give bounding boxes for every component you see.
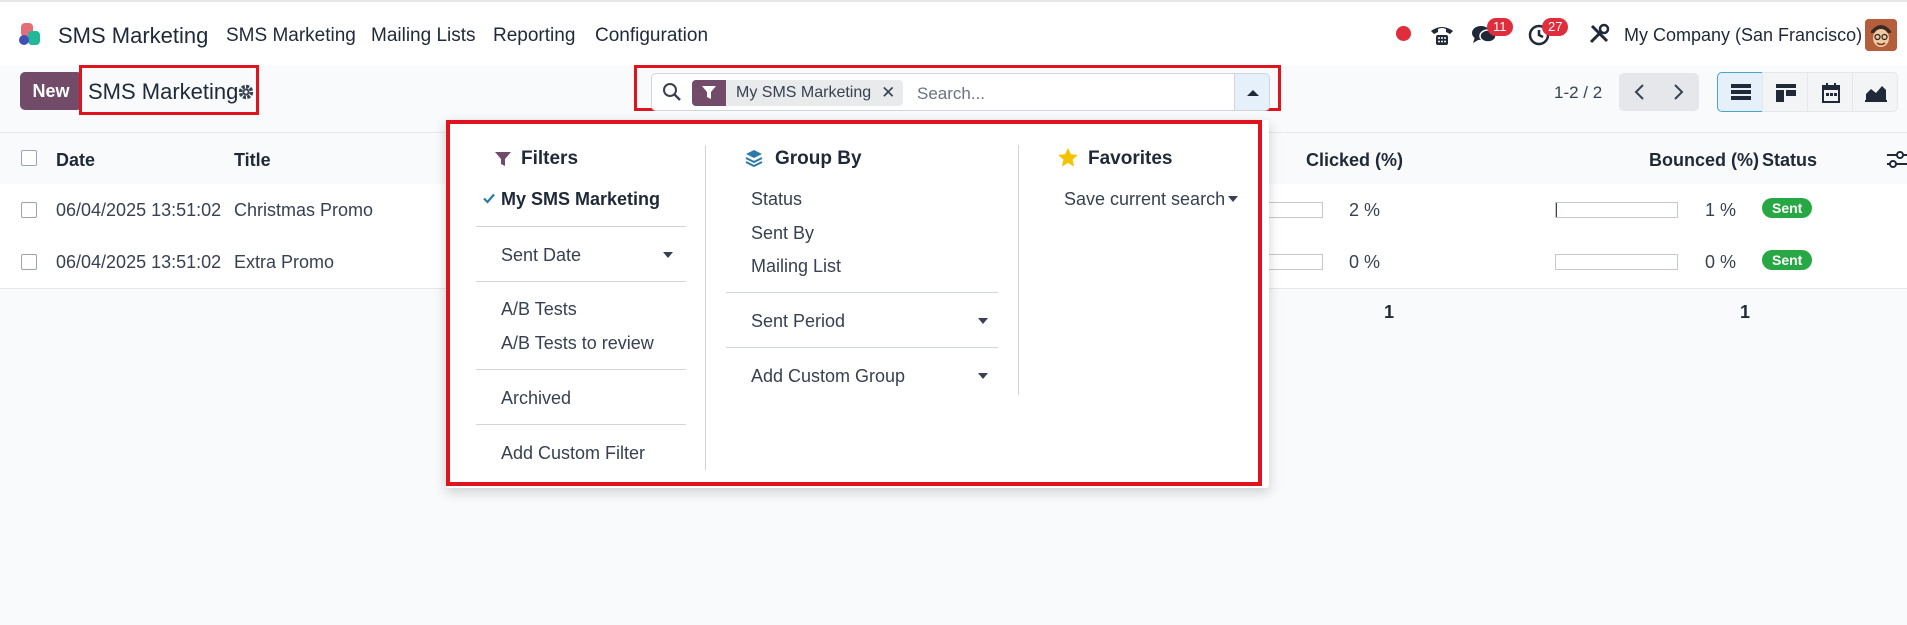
search-options-toggle[interactable] — [1234, 73, 1270, 111]
row-title: Extra Promo — [234, 252, 335, 272]
user-avatar[interactable] — [1865, 19, 1897, 51]
filter-icon — [495, 152, 511, 166]
save-current-search[interactable]: Save current search — [1064, 189, 1225, 210]
breadcrumb-title: SMS Marketing — [88, 79, 239, 104]
column-divider — [705, 145, 706, 470]
calendar-view-icon — [1822, 83, 1840, 103]
group-by-sent-period[interactable]: Sent Period — [751, 311, 845, 332]
recording-icon[interactable] — [1396, 26, 1411, 41]
filter-sent-date[interactable]: Sent Date — [501, 245, 581, 266]
column-bounced[interactable]: Bounced (%) — [1649, 150, 1759, 171]
column-options-icon[interactable] — [1887, 151, 1907, 169]
total-clicked: 1 — [1384, 302, 1395, 322]
search-icon — [663, 83, 681, 101]
column-status[interactable]: Status — [1762, 150, 1817, 171]
remove-facet-icon[interactable]: ✕ — [881, 83, 903, 103]
bounced-progress-bar — [1555, 254, 1678, 270]
row-date: 06/04/2025 13:51:02 — [56, 200, 222, 220]
app-logo-icon[interactable] — [18, 21, 46, 49]
chevron-left-icon — [1634, 84, 1644, 100]
row-checkbox[interactable] — [21, 202, 37, 218]
pager-value[interactable]: 1-2 / 2 — [1554, 83, 1602, 103]
divider — [476, 369, 686, 370]
layers-icon — [745, 150, 763, 167]
caret-down-icon[interactable] — [978, 373, 988, 379]
divider — [726, 292, 998, 293]
app-name[interactable]: SMS Marketing — [58, 23, 208, 49]
filter-my-sms-marketing[interactable]: My SMS Marketing — [501, 189, 660, 210]
filter-ab-tests[interactable]: A/B Tests — [501, 299, 577, 320]
column-divider — [1018, 145, 1019, 395]
total-bounced: 1 — [1740, 302, 1751, 322]
kanban-view-icon — [1776, 84, 1796, 102]
group-by-status[interactable]: Status — [751, 189, 802, 210]
caret-down-icon[interactable] — [978, 318, 988, 324]
bounced-progress-bar — [1555, 202, 1678, 218]
group-by-sent-by[interactable]: Sent By — [751, 223, 814, 244]
row-clicked: 2 % — [1349, 200, 1381, 220]
list-view-button[interactable] — [1717, 72, 1763, 112]
status-badge: Sent — [1762, 198, 1813, 218]
status-badge: Sent — [1762, 250, 1813, 270]
menu-configuration[interactable]: Configuration — [595, 25, 708, 47]
pager-next-button[interactable] — [1659, 73, 1699, 111]
activities-badge: 27 — [1542, 18, 1569, 36]
column-date[interactable]: Date — [56, 150, 95, 171]
chevron-right-icon — [1674, 84, 1684, 100]
column-title[interactable]: Title — [234, 150, 271, 171]
filters-heading: Filters — [521, 148, 579, 169]
filter-ab-tests-to-review[interactable]: A/B Tests to review — [501, 333, 654, 354]
graph-view-button[interactable] — [1852, 72, 1898, 112]
divider — [726, 347, 998, 348]
search-input[interactable] — [915, 80, 1219, 108]
messages-badge: 11 — [1487, 18, 1513, 36]
kanban-view-button[interactable] — [1762, 72, 1808, 112]
caret-up-icon — [1247, 90, 1259, 96]
row-checkbox[interactable] — [21, 254, 37, 270]
menu-sms-marketing[interactable]: SMS Marketing — [226, 25, 356, 47]
select-all-checkbox[interactable] — [21, 150, 37, 166]
new-button[interactable]: New — [20, 72, 82, 110]
phone-icon[interactable] — [1429, 23, 1455, 47]
add-custom-group[interactable]: Add Custom Group — [751, 366, 905, 387]
top-navbar: SMS Marketing SMS Marketing Mailing List… — [0, 0, 1907, 66]
group-by-mailing-list[interactable]: Mailing List — [751, 256, 841, 277]
list-view-icon — [1731, 84, 1751, 100]
tools-icon[interactable] — [1588, 23, 1610, 45]
row-title: Christmas Promo — [234, 200, 374, 220]
divider — [476, 281, 686, 282]
pager-previous-button[interactable] — [1619, 73, 1659, 111]
gear-icon[interactable] — [237, 83, 255, 101]
menu-mailing-lists[interactable]: Mailing Lists — [371, 25, 476, 47]
row-bounced: 0 % — [1705, 252, 1737, 272]
calendar-view-button[interactable] — [1807, 72, 1853, 112]
star-icon — [1058, 148, 1078, 167]
group-by-heading: Group By — [775, 148, 862, 169]
divider — [476, 226, 686, 227]
caret-down-icon[interactable] — [1228, 196, 1238, 202]
divider — [476, 424, 686, 425]
column-clicked[interactable]: Clicked (%) — [1306, 150, 1403, 171]
filter-icon — [692, 80, 726, 106]
facet-label: My SMS Marketing — [736, 84, 872, 101]
row-bounced: 1 % — [1705, 200, 1737, 220]
caret-down-icon[interactable] — [663, 252, 673, 258]
search-facet: My SMS Marketing ✕ — [692, 80, 904, 106]
area-chart-icon — [1865, 86, 1887, 102]
filter-archived[interactable]: Archived — [501, 388, 571, 409]
menu-reporting[interactable]: Reporting — [493, 25, 575, 47]
add-custom-filter[interactable]: Add Custom Filter — [501, 443, 645, 464]
checkmark-icon — [483, 193, 495, 204]
row-clicked: 0 % — [1349, 252, 1381, 272]
row-date: 06/04/2025 13:51:02 — [56, 252, 222, 272]
favorites-heading: Favorites — [1088, 148, 1173, 169]
company-switcher[interactable]: My Company (San Francisco) — [1624, 25, 1862, 46]
